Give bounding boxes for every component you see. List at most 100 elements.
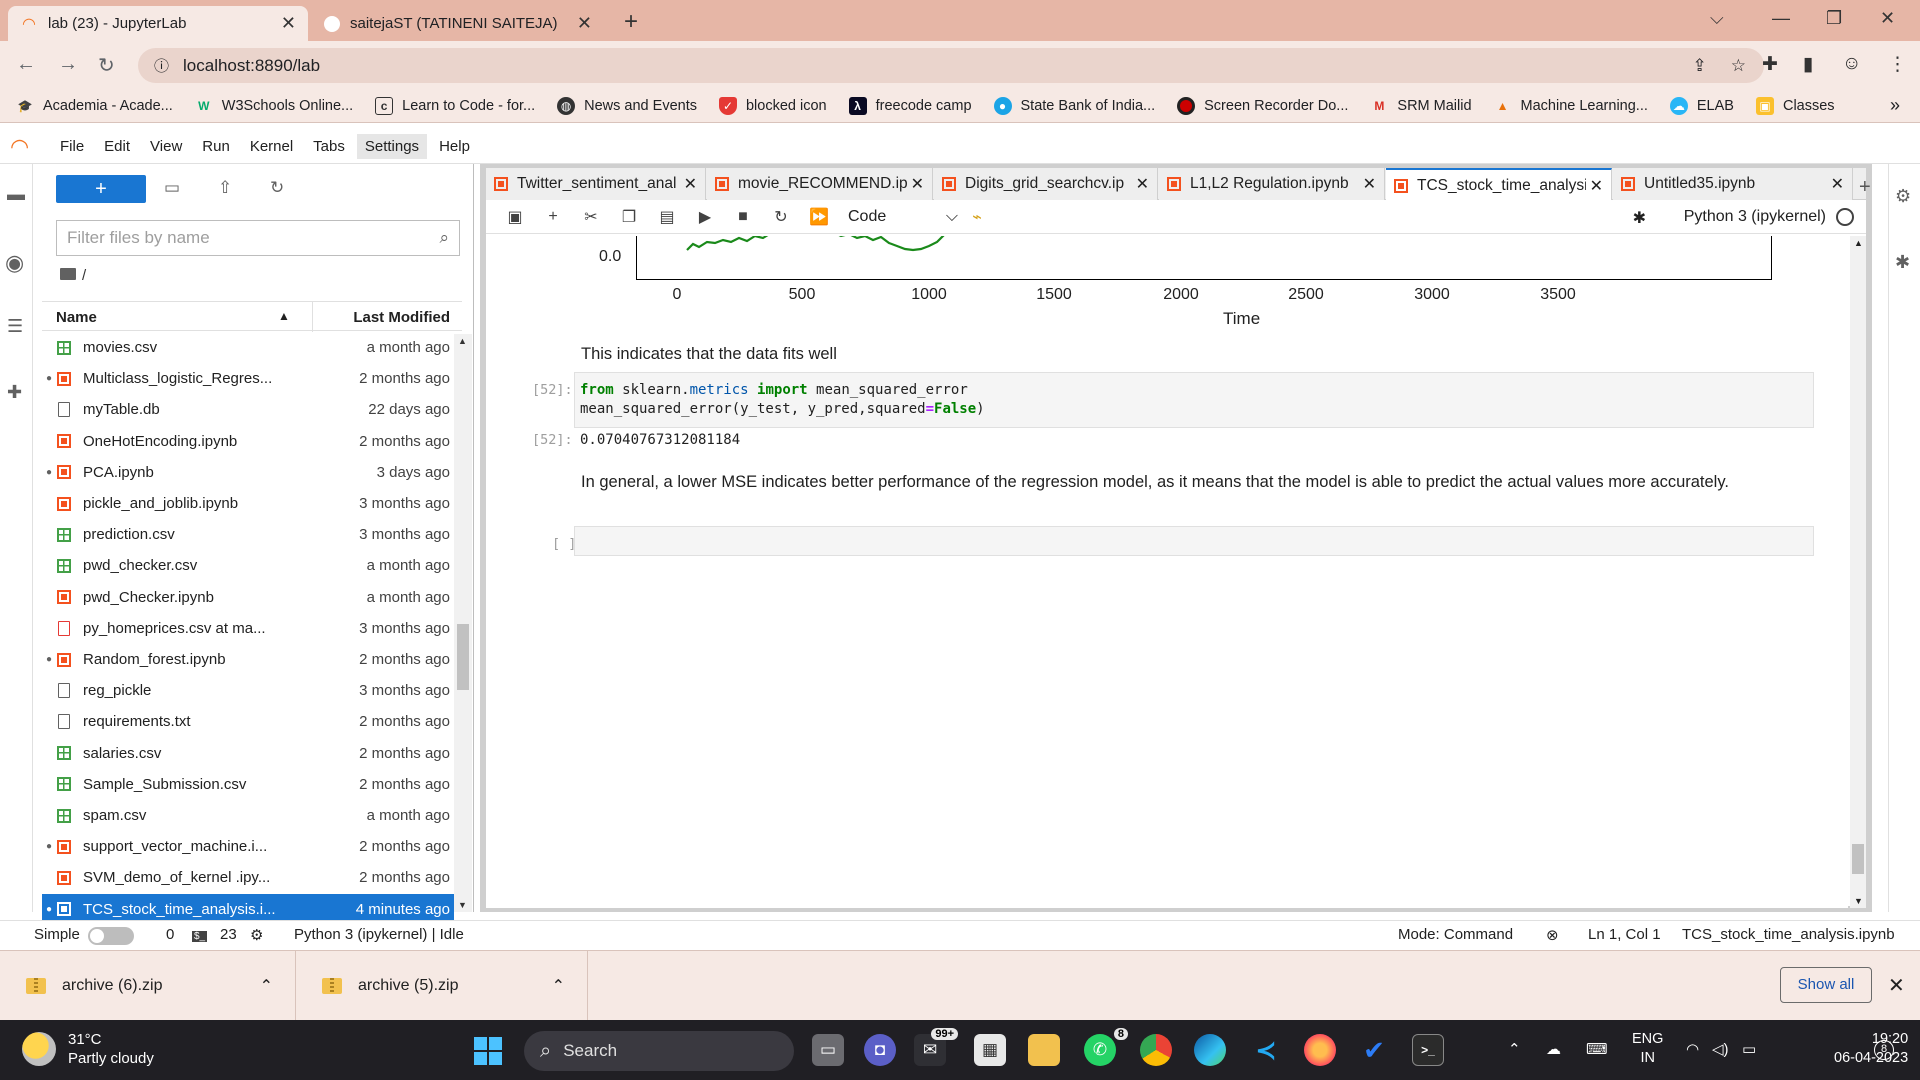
tab-search-chevron-icon[interactable]: ⌵ [1710,8,1724,29]
wifi-icon[interactable]: ◠ [1686,1040,1699,1058]
close-tab-icon[interactable]: ✕ [1363,174,1376,194]
taskbar-search[interactable]: ⌕ Search [524,1031,794,1071]
file-row[interactable]: ● Multiclass_logistic_Regres... 2 months a… [42,363,454,394]
file-row[interactable]: spam.csv a month ago [42,800,454,831]
close-tab-icon[interactable]: ✕ [1136,174,1149,194]
bookmark-machine-learning[interactable]: ▲ Machine Learning... [1494,97,1648,115]
notebook-tab[interactable]: L1,L2 Regulation.ipynb ✕ [1159,168,1385,200]
side-panel-icon[interactable]: ▮ [1803,53,1813,76]
battery-icon[interactable]: ▭ [1742,1040,1756,1058]
firefox-icon[interactable] [1304,1034,1336,1066]
download-item[interactable]: archive (5).zip ⌃ [296,951,588,1021]
todo-icon[interactable]: ✔ [1358,1034,1390,1066]
close-tab-icon[interactable]: ✕ [1590,176,1603,196]
menu-settings[interactable]: Settings [356,134,428,159]
filter-files-input[interactable]: Filter files by name ⌕ [56,220,460,256]
interrupt-kernel-icon[interactable]: ■ [724,208,762,226]
column-modified-header[interactable]: Last Modified [353,309,450,326]
forward-icon[interactable]: → [58,53,78,76]
cursor-position[interactable]: Ln 1, Col 1 [1588,926,1661,943]
file-explorer-icon[interactable] [1028,1034,1060,1066]
simple-mode-toggle[interactable] [88,927,134,945]
back-icon[interactable]: ← [16,53,36,76]
markdown-cell-mse-explanation[interactable]: In general, a lower MSE indicates better… [581,468,1741,496]
chrome-icon[interactable] [1140,1034,1172,1066]
file-row[interactable]: pwd_Checker.ipynb a month ago [42,582,454,613]
new-launcher-button[interactable]: + [56,175,146,203]
language-indicator[interactable]: ENG IN [1632,1030,1663,1068]
file-row[interactable]: ● PCA.ipynb 3 days ago [42,457,454,488]
weather-widget[interactable]: 31°C Partly cloudy [22,1030,154,1068]
new-launcher-tab-icon[interactable]: + [1859,176,1871,199]
bookmark-star-icon[interactable]: ☆ [1731,56,1746,76]
whatsapp-icon[interactable]: ✆ 8 [1084,1028,1128,1066]
bookmark-freecodecamp-learn[interactable]: c Learn to Code - for... [375,96,535,115]
bookmark-sbi[interactable]: ● State Bank of India... [993,96,1155,115]
bookmark-srm-mail[interactable]: M SRM Mailid [1370,97,1471,115]
extension-manager-icon[interactable]: ✚ [7,382,22,403]
close-tab-icon[interactable]: ✕ [281,13,296,34]
insert-cell-icon[interactable]: + [534,208,572,226]
paste-icon[interactable]: ▤ [648,207,686,227]
chrome-menu-icon[interactable]: ⋮ [1888,53,1907,76]
notebook-tab[interactable]: Digits_grid_searchcv.ip ✕ [934,168,1158,200]
trusted-icon[interactable]: ⊗ [1546,926,1559,944]
onedrive-icon[interactable]: ☁ [1546,1040,1561,1058]
volume-icon[interactable]: ◁) [1712,1040,1729,1058]
store-icon[interactable]: ▦ [974,1034,1006,1066]
teams-chat-icon[interactable]: ◘ [864,1034,896,1066]
file-row[interactable]: py_homeprices.csv at ma... 3 months ago [42,613,454,644]
download-item[interactable]: archive (6).zip ⌃ [0,951,296,1021]
share-icon[interactable]: ⇪ [1693,56,1707,76]
address-bar[interactable]: ⓘ localhost:8890/lab ⇪ ☆ [138,48,1764,83]
minimize-icon[interactable]: — [1772,8,1790,29]
show-hidden-icons-icon[interactable]: ⌃ [1508,1040,1521,1058]
edge-icon[interactable] [1194,1034,1226,1066]
notebook-tab[interactable]: movie_RECOMMEND.ip ✕ [707,168,933,200]
file-row[interactable]: pwd_checker.csv a month ago [42,550,454,581]
debugger-icon[interactable]: ✱ [1633,208,1646,228]
bookmark-freecodecamp[interactable]: λ freecode camp [848,96,972,115]
scroll-up-icon[interactable]: ▲ [458,336,467,346]
cut-icon[interactable]: ✂ [572,207,610,227]
scroll-up-icon[interactable]: ▲ [1854,238,1863,248]
file-list-scrollbar[interactable]: ▲ ▼ [454,334,472,912]
save-icon[interactable]: ▣ [496,207,534,227]
file-row[interactable]: OneHotEncoding.ipynb 2 months ago [42,426,454,457]
scrollbar-thumb[interactable] [1852,844,1864,874]
chevron-up-icon[interactable]: ⌃ [260,976,273,996]
new-folder-icon[interactable]: ▭ [164,178,180,198]
menu-kernel[interactable]: Kernel [242,134,301,159]
close-tab-icon[interactable]: ✕ [684,174,697,194]
menu-run[interactable]: Run [194,134,238,159]
running-kernels-icon[interactable]: ◉ [5,250,24,276]
kernel-count[interactable]: 23 [220,926,237,943]
new-tab-icon[interactable]: + [624,8,638,36]
markdown-cell-fit[interactable]: This indicates that the data fits well [581,340,837,368]
file-row[interactable]: SVM_demo_of_kernel .ipy... 2 months ago [42,862,454,893]
bookmark-screen-recorder[interactable]: Screen Recorder Do... [1177,96,1348,115]
restart-kernel-icon[interactable]: ↻ [762,207,800,227]
file-row[interactable]: movies.csv a month ago [42,332,454,363]
empty-code-cell[interactable] [574,526,1814,556]
extensions-icon[interactable]: ✚ [1762,53,1778,76]
cell-type-select[interactable]: Code ⌵ [848,208,958,226]
more-bookmarks-icon[interactable]: » [1890,95,1900,116]
site-info-icon[interactable]: ⓘ [154,55,169,76]
file-row[interactable]: myTable.db 22 days ago [42,394,454,425]
kernel-name[interactable]: Python 3 (ipykernel) [1684,208,1826,226]
vscode-icon[interactable]: ≺ [1250,1034,1282,1066]
reload-icon[interactable]: ↻ [98,53,115,78]
file-row[interactable]: salaries.csv 2 months ago [42,738,454,769]
debugger-icon[interactable]: ✱ [1895,252,1910,273]
bookmark-news-events[interactable]: ◍ News and Events [557,96,697,115]
keyboard-icon[interactable]: ⌨ [1586,1040,1608,1058]
terminal-count[interactable]: 0 [166,926,174,943]
file-row[interactable]: ● Random_forest.ipynb 2 months ago [42,644,454,675]
task-view-icon[interactable]: ▭ [812,1034,844,1066]
scroll-down-icon[interactable]: ▼ [1854,896,1863,906]
property-inspector-icon[interactable]: ⚙ [1895,186,1911,207]
clock[interactable]: 19:20 06-04-2023 [1834,1030,1908,1068]
notebook-content[interactable]: 0.0 0 500 1000 1500 2000 2500 3000 3500 … [486,236,1848,908]
notebook-tab[interactable]: TCS_stock_time_analysi ✕ [1386,168,1612,201]
